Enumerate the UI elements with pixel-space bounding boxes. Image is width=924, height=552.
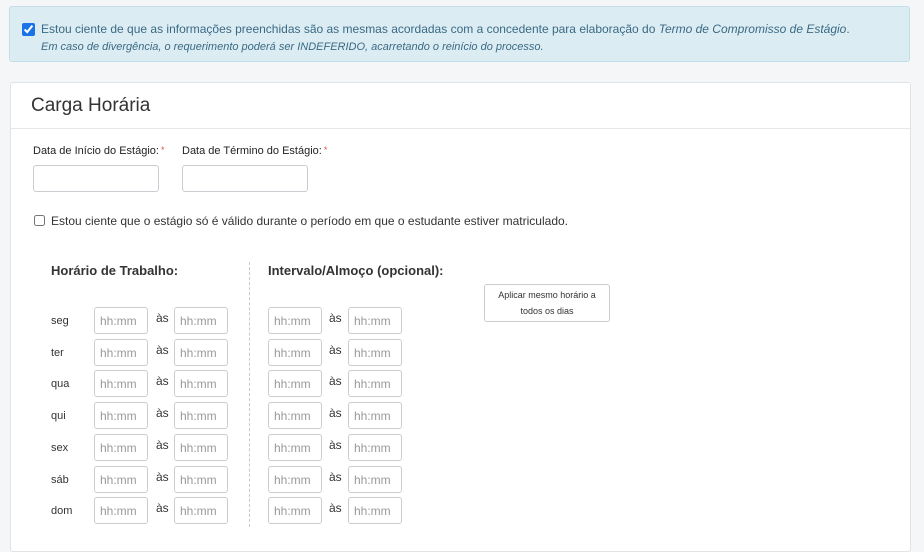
required-mark: *: [160, 145, 165, 155]
day-label-0: seg: [51, 315, 69, 327]
work-end-input[interactable]: [174, 339, 228, 366]
lunch-end-input[interactable]: [348, 402, 402, 429]
separator-text: às: [329, 470, 342, 484]
day-label-5: sáb: [51, 474, 69, 486]
lunch-start-input[interactable]: [268, 339, 322, 366]
separator-text: às: [156, 501, 169, 515]
separator-text: às: [156, 311, 169, 325]
work-hours-header: Horário de Trabalho:: [51, 263, 179, 278]
lunch-end-input[interactable]: [348, 370, 402, 397]
separator-text: às: [329, 343, 342, 357]
day-label-2: qua: [51, 378, 70, 390]
confirmation-alert: Estou ciente de que as informações preen…: [9, 6, 910, 62]
separator-text: às: [156, 438, 169, 452]
work-start-input[interactable]: [94, 307, 148, 334]
separator-text: às: [156, 343, 169, 357]
title-divider: [11, 128, 910, 129]
work-start-input[interactable]: [94, 497, 148, 524]
lunch-end-input[interactable]: [348, 339, 402, 366]
lunch-end-input[interactable]: [348, 307, 402, 334]
separator-text: às: [329, 311, 342, 325]
work-end-input[interactable]: [174, 370, 228, 397]
required-mark: *: [323, 145, 328, 155]
workload-panel: Carga Horária Data de Início do Estágio:…: [10, 82, 911, 552]
lunch-start-input[interactable]: [268, 466, 322, 493]
lunch-end-input[interactable]: [348, 497, 402, 524]
lunch-start-input[interactable]: [268, 497, 322, 524]
apply-same-schedule-button[interactable]: Aplicar mesmo horário a todos os dias: [484, 284, 610, 322]
work-end-input[interactable]: [174, 402, 228, 429]
work-start-input[interactable]: [94, 434, 148, 461]
start-date-input[interactable]: [33, 165, 159, 192]
enrollment-text: Estou ciente que o estágio só é válido d…: [51, 214, 568, 228]
work-start-input[interactable]: [94, 402, 148, 429]
divergence-warning: Em caso de divergência, o requerimento p…: [41, 41, 544, 53]
confirmation-checkbox[interactable]: [22, 23, 35, 36]
separator-text: às: [329, 438, 342, 452]
lunch-start-input[interactable]: [268, 307, 322, 334]
lunch-start-input[interactable]: [268, 370, 322, 397]
page-title: Carga Horária: [31, 95, 151, 116]
lunch-break-header: Intervalo/Almoço (opcional):: [268, 263, 444, 278]
separator-text: às: [156, 406, 169, 420]
work-end-input[interactable]: [174, 434, 228, 461]
separator-text: às: [329, 374, 342, 388]
lunch-end-input[interactable]: [348, 466, 402, 493]
lunch-start-input[interactable]: [268, 434, 322, 461]
work-start-input[interactable]: [94, 370, 148, 397]
start-date-label: Data de Início do Estágio: *: [33, 145, 165, 157]
separator-text: às: [329, 501, 342, 515]
work-end-input[interactable]: [174, 466, 228, 493]
separator-text: às: [156, 374, 169, 388]
lunch-start-input[interactable]: [268, 402, 322, 429]
lunch-end-input[interactable]: [348, 434, 402, 461]
end-date-input[interactable]: [182, 165, 308, 192]
separator-text: às: [156, 470, 169, 484]
day-label-4: sex: [51, 442, 69, 454]
end-date-label: Data de Término do Estágio: *: [182, 145, 328, 157]
work-start-input[interactable]: [94, 466, 148, 493]
day-label-1: ter: [51, 347, 64, 359]
work-end-input[interactable]: [174, 307, 228, 334]
work-start-input[interactable]: [94, 339, 148, 366]
day-label-6: dom: [51, 505, 73, 517]
confirmation-text: Estou ciente de que as informações preen…: [41, 22, 850, 36]
column-divider: [249, 262, 250, 527]
separator-text: às: [329, 406, 342, 420]
enrollment-checkbox[interactable]: [34, 215, 45, 226]
day-label-3: qui: [51, 410, 66, 422]
work-end-input[interactable]: [174, 497, 228, 524]
